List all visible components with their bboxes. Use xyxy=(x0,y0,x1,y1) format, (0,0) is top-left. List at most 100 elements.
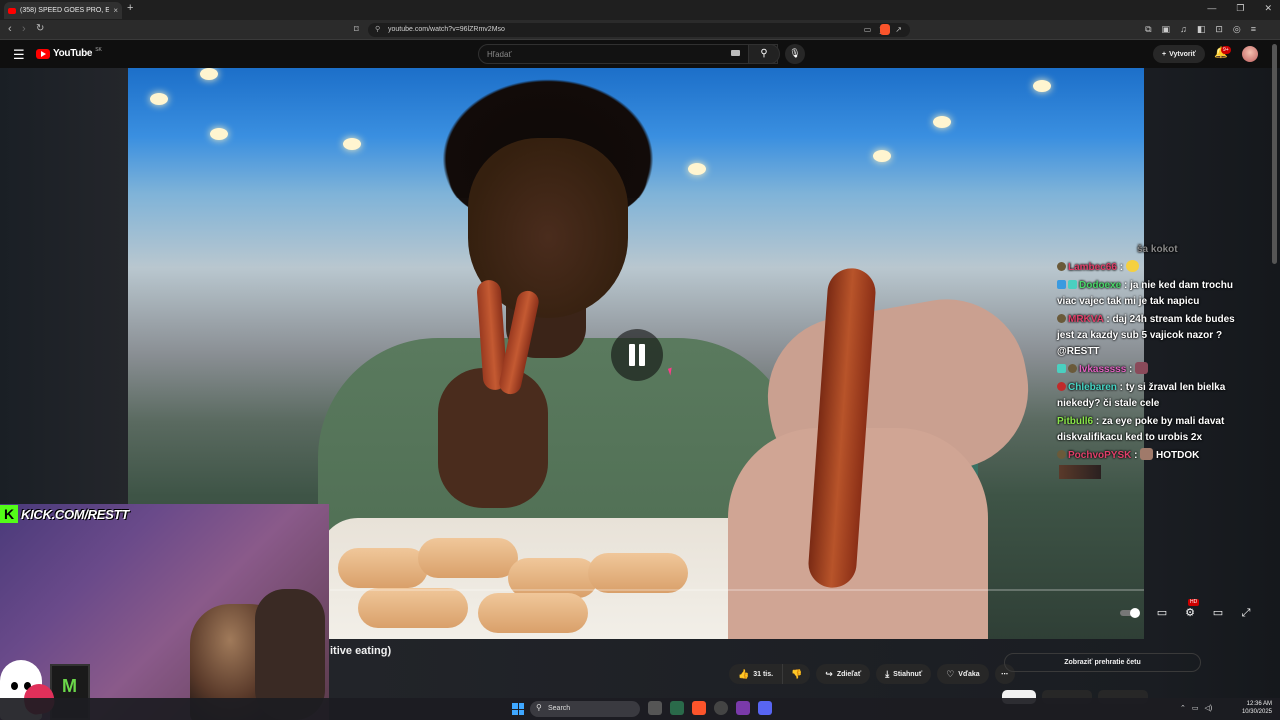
emote-icon xyxy=(1125,260,1139,272)
hotdog-bun xyxy=(418,538,518,578)
youtube-header: ☰ YouTube SK Hľadať ⚲ 🎙 + Vytvoriť 🔔 9+ xyxy=(0,41,1280,68)
ceiling-light xyxy=(933,116,951,128)
notifications-badge: 9+ xyxy=(1221,46,1231,54)
chat-username: Pitbull6 xyxy=(1057,416,1094,427)
show-chat-replay-button[interactable]: Zobraziť prehratie četu xyxy=(1004,653,1201,672)
chat-message: Pitbull6 : za eye poke by mali davat dis… xyxy=(1057,416,1225,443)
reload-icon[interactable]: ↻ xyxy=(36,23,44,34)
tray-chevron-icon[interactable]: ⌃ xyxy=(1180,704,1186,712)
taskbar-search[interactable]: ⚲ Search xyxy=(530,701,640,717)
system-clock[interactable]: 12:36 AM 10/30/2025 xyxy=(1236,700,1272,716)
forward-arrow-icon[interactable]: › xyxy=(22,23,26,35)
hotdog-bun xyxy=(338,548,428,588)
site-info-icon[interactable]: ⚲ xyxy=(375,25,380,33)
chat-text: HOTDOK xyxy=(1156,450,1200,461)
pause-icon[interactable] xyxy=(611,329,663,381)
url-text: youtube.com/watch?v=96lZRmv2Mso xyxy=(388,26,505,33)
system-tray: ⌃ ▭ ◁) xyxy=(1180,704,1212,712)
settings-gear-icon[interactable]: ⚙ HD xyxy=(1182,599,1200,621)
heart-badge-icon xyxy=(1057,382,1066,391)
extension-toolbar: ⧉ ▣ ♫ ◧ ⊡ ◎ ≡ xyxy=(1145,24,1256,35)
hamburger-menu-icon[interactable]: ☰ xyxy=(13,47,25,63)
taskbar-search-label: Search xyxy=(548,705,571,712)
emote-icon xyxy=(1135,362,1149,374)
windows-start-icon[interactable] xyxy=(512,703,524,715)
browser-tab[interactable]: (358) SPEED GOES PRO, EPIC × xyxy=(4,2,122,19)
share-button[interactable]: ↪ Zdieľať xyxy=(816,664,871,684)
ceiling-light xyxy=(1033,80,1051,92)
tabs-icon[interactable]: ⊡ xyxy=(1215,24,1223,35)
volume-icon[interactable]: ◁) xyxy=(1205,704,1213,712)
task-view-icon[interactable] xyxy=(648,701,662,715)
chat-username: PochvoPYSK xyxy=(1068,450,1132,461)
chat-faded-text: ša kokot xyxy=(1137,244,1178,255)
player-controls: ▭ ⚙ HD ▭ ⤢ xyxy=(1120,599,1254,621)
gem-badge-icon xyxy=(1068,280,1077,289)
dislike-button[interactable]: 👎 xyxy=(783,664,811,684)
discord-icon[interactable] xyxy=(758,701,772,715)
chat-username: Lambec66 xyxy=(1068,262,1117,273)
keyboard-icon[interactable] xyxy=(731,50,740,56)
network-icon[interactable]: ▭ xyxy=(1192,704,1199,712)
youtube-favicon-icon xyxy=(8,7,16,14)
url-field[interactable]: ⚲ youtube.com/watch?v=96lZRmv2Mso ▭ 文 ↗ xyxy=(368,23,910,37)
browser-menu-icon[interactable]: ≡ xyxy=(1251,24,1256,35)
theater-mode-icon[interactable]: ▭ xyxy=(1210,605,1226,621)
back-arrow-icon[interactable]: ‹ xyxy=(8,23,12,35)
fullscreen-icon[interactable]: ⤢ xyxy=(1238,605,1254,621)
like-count: 31 tis. xyxy=(753,670,774,678)
voice-search-button[interactable]: 🎙 xyxy=(785,44,805,64)
clip-thumbnail xyxy=(1059,465,1101,479)
subtitles-icon[interactable]: ▭ xyxy=(1154,605,1170,621)
country-code: SK xyxy=(95,46,102,53)
brave-icon[interactable] xyxy=(692,701,706,715)
vpn-icon[interactable]: ◎ xyxy=(1233,24,1241,35)
chat-message: Lambec66 : xyxy=(1057,260,1237,276)
cast-icon[interactable]: ▭ xyxy=(864,25,872,36)
share-icon[interactable]: ↗ xyxy=(895,25,902,36)
wallet-icon[interactable]: ▣ xyxy=(1162,24,1171,35)
minimize-button[interactable]: — xyxy=(1207,3,1216,14)
thanks-button[interactable]: ♡ Vďaka xyxy=(937,664,989,684)
excel-icon[interactable] xyxy=(670,701,684,715)
chat-message: PochvoPYSK : HOTDOK xyxy=(1057,448,1237,479)
ceiling-light xyxy=(200,68,218,80)
new-tab-button[interactable]: + xyxy=(127,2,133,14)
gem-badge-icon xyxy=(1057,364,1066,373)
hotdog-bun xyxy=(588,553,688,593)
close-window-button[interactable]: ✕ xyxy=(1264,3,1272,14)
youtube-logo[interactable]: YouTube SK xyxy=(36,46,102,59)
hotdog-tray xyxy=(318,518,768,639)
search-button[interactable]: ⚲ xyxy=(748,44,780,64)
like-button[interactable]: 👍 31 tis. xyxy=(729,664,784,684)
avatar[interactable] xyxy=(1242,46,1258,62)
ceiling-light xyxy=(150,93,168,105)
sidebar-icon[interactable]: ◧ xyxy=(1197,24,1206,35)
browser-tab-bar: (358) SPEED GOES PRO, EPIC × + — ❐ ✕ xyxy=(0,0,1280,20)
share-arrow-icon: ↪ xyxy=(825,668,833,679)
taskbar-apps xyxy=(648,701,772,715)
brave-shield-icon[interactable] xyxy=(880,24,890,35)
maximize-button[interactable]: ❐ xyxy=(1236,3,1244,14)
kick-logo-icon: K xyxy=(0,505,18,523)
create-button[interactable]: + Vytvoriť xyxy=(1153,45,1205,63)
download-button[interactable]: ⤓ Stiahnuť xyxy=(876,664,932,684)
app-icon[interactable] xyxy=(736,701,750,715)
video-actions: 👍 31 tis. 👎 ↪ Zdieľať ⤓ Stiahnuť ♡ Vďaka ⋯ xyxy=(729,664,1015,684)
hotdog-bun xyxy=(508,558,598,598)
autoplay-toggle[interactable] xyxy=(1120,605,1142,621)
hd-badge: HD xyxy=(1188,599,1200,606)
media-icon[interactable]: ♫ xyxy=(1180,24,1187,35)
chat-username: Ivkasssss xyxy=(1079,364,1127,375)
windows-taskbar: ⚲ Search ⌃ ▭ ◁) 12:36 AM 10/30/2025 xyxy=(0,698,1280,720)
bookmark-icon[interactable]: ⌑ xyxy=(354,24,359,35)
download-label: Stiahnuť xyxy=(893,670,923,678)
obs-icon[interactable] xyxy=(714,701,728,715)
page-scrollbar[interactable] xyxy=(1272,44,1277,264)
tab-close-icon[interactable]: × xyxy=(113,6,118,15)
extensions-icon[interactable]: ⧉ xyxy=(1145,24,1151,35)
subscriber-badge-icon xyxy=(1057,314,1066,323)
chat-username: Dodoexe xyxy=(1079,280,1122,291)
kick-channel-banner: K KICK.COM/RESTT xyxy=(0,504,137,524)
video-progress-bar[interactable] xyxy=(330,589,1144,591)
